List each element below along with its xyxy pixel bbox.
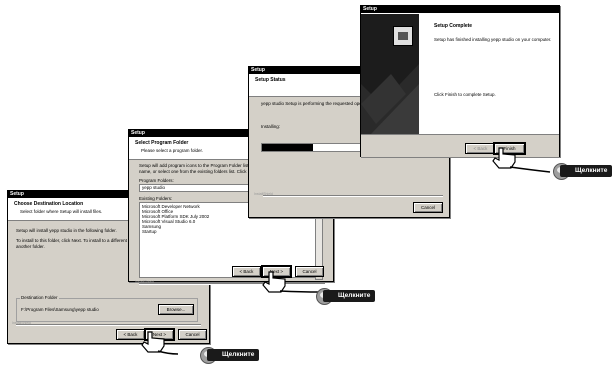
destination-group-label: Destination Folder <box>20 295 59 300</box>
pointer-hand-icon <box>141 331 179 355</box>
info-line-1: Setup will add program icons to the Prog… <box>139 163 258 168</box>
browse-button[interactable]: Browse... <box>158 304 194 315</box>
installshield-label: InstallShield <box>135 280 154 284</box>
info-line-3: another folder. <box>16 244 45 249</box>
list-item[interactable]: Startup <box>142 229 314 234</box>
click-callout: Щелкните <box>323 290 376 302</box>
header-title: Choose Destination Location <box>14 201 84 207</box>
header-title: Setup Status <box>255 77 286 83</box>
progress-bar: 50% <box>261 143 365 152</box>
status-line: yepp studio Setup is performing the requ… <box>261 101 366 106</box>
side-banner <box>361 14 419 134</box>
click-callout: Щелкните <box>207 349 260 361</box>
click-callout: Щелкните <box>560 165 613 177</box>
progress-fill <box>262 144 313 151</box>
separator <box>263 195 443 197</box>
installer-icon <box>393 26 413 46</box>
info-line-1: Setup will install yepp studio in the fo… <box>16 228 117 233</box>
header-subtitle: Select folder where Setup will install f… <box>20 209 103 214</box>
header-subtitle: Please select a program folder. <box>141 148 204 153</box>
separator <box>16 324 201 326</box>
setup-complete-dialog: Setup Setup Complete Setup has finished … <box>360 5 560 157</box>
finish-instructions: Click Finish to complete Setup. <box>434 92 496 97</box>
pointer-hand-icon <box>262 271 321 293</box>
dialog-title: Setup <box>361 6 559 13</box>
installing-label: Installing: <box>261 124 281 129</box>
complete-title: Setup Complete <box>434 23 473 29</box>
destination-path: F:\Program Files\Samsung\yepp studio <box>21 307 99 312</box>
pointer-hand-icon <box>492 147 551 173</box>
installshield-label: InstallShield <box>12 321 31 325</box>
cancel-button[interactable]: Cancel <box>178 329 207 340</box>
back-button[interactable]: < Back <box>232 266 261 277</box>
cancel-button[interactable]: Cancel <box>413 202 443 213</box>
info-line-2: name, or select one from the existing fo… <box>139 169 256 174</box>
progress-text: 50% <box>350 145 360 150</box>
info-line-2: To install to this folder, click Next. T… <box>16 238 130 243</box>
complete-message: Setup has finished installing yepp studi… <box>434 37 552 42</box>
header-title: Select Program Folder <box>135 140 189 146</box>
existing-folders-label: Existing Folders: <box>139 196 173 201</box>
program-folders-label: Program Folders: <box>139 178 174 183</box>
